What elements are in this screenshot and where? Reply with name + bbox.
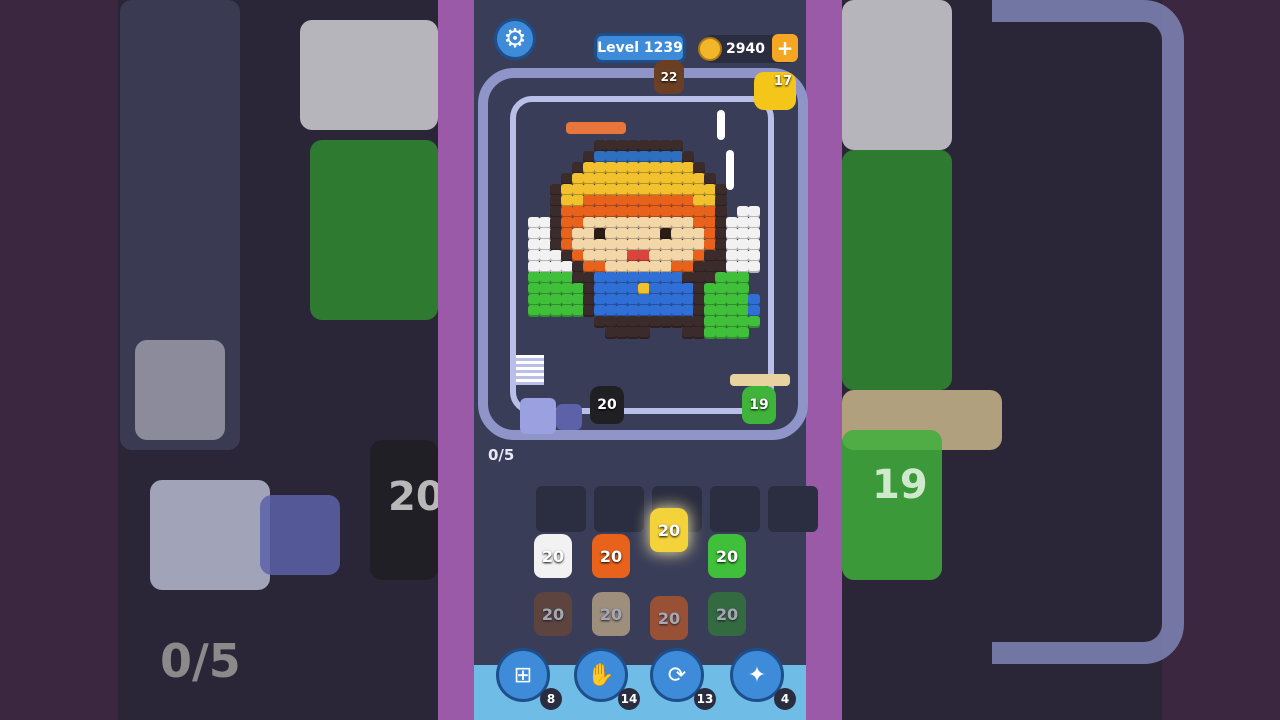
gear-icon: ⚙ [503,24,527,54]
queue-shooter-orange[interactable]: 20 [592,534,630,578]
empty-slot [710,486,760,532]
track-shooter-count: 19 [749,397,769,413]
queue-shooter-white[interactable]: 20 [534,534,572,578]
queue-shooter-green: 20 [708,592,746,636]
pixel-cell [748,316,760,328]
coin-icon [698,37,722,61]
pixel-cell [638,327,650,339]
queue-count: 20 [541,604,565,624]
shuffle-icon: ⟳ [667,662,687,688]
hand-icon: ✋ [587,662,615,688]
ghost-count-right: 19 [872,462,928,508]
track-shooter-black[interactable]: 20 [590,386,624,424]
key-counter: 17 [754,72,796,110]
queue-count: 20 [657,608,681,628]
queue-count: 20 [715,546,739,566]
left-background: 0/5 20 [0,0,438,720]
queue-count: 20 [657,520,681,540]
magic-count: 4 [774,688,796,710]
add-slot-count: 8 [540,688,562,710]
pixel-cell [748,261,760,273]
queue-shooter-green[interactable]: 20 [708,534,746,578]
queue-shooter-brown: 20 [534,592,572,636]
add-coins-button[interactable]: + [772,34,798,62]
projectile [717,110,725,140]
top-shooter: 22 [654,60,684,94]
track-block [556,404,582,430]
shuffle-count: 13 [694,688,716,710]
pixel-cell [737,327,749,339]
top-bar: ⚙ Level 1239 2940 + [474,0,806,70]
track-block [520,398,556,434]
empty-slot [768,486,818,532]
right-background: 19 [842,0,1280,720]
queue-shooter-yellow[interactable]: 20 [650,508,688,552]
empty-slot [536,486,586,532]
queue-count: 20 [715,604,739,624]
plus-card-icon: ⊞ [513,662,533,688]
coin-counter: 2940 + [698,34,798,63]
projectile [726,150,734,190]
ghost-count: 20 [388,474,438,520]
empty-slot [594,486,644,532]
track-shooter-count: 20 [597,397,617,413]
level-label: Level 1239 [594,33,686,63]
stripe-gate [516,355,544,385]
game-phone: ⚙ Level 1239 2940 + 22 17 20 19 0/5 20 2… [438,0,842,720]
ghost-progress: 0/5 [160,634,241,688]
settings-button[interactable]: ⚙ [494,18,536,60]
progress-label: 0/5 [488,446,515,464]
top-shooter-count: 22 [660,70,678,84]
queue-shooter-tan: 20 [592,592,630,636]
game-screen: ⚙ Level 1239 2940 + 22 17 20 19 0/5 20 2… [474,0,818,720]
queue-count: 20 [541,546,565,566]
tan-bolt [730,374,790,386]
queue-count: 20 [599,546,623,566]
coin-value: 2940 [726,41,765,57]
queue-shooter-orange: 20 [650,596,688,640]
hand-count: 14 [618,688,640,710]
bunny-icon: ✦ [747,662,767,688]
orange-bolt [566,122,626,134]
queue-count: 20 [599,604,623,624]
track-shooter-green[interactable]: 19 [742,386,776,424]
key-count: 17 [773,74,792,89]
